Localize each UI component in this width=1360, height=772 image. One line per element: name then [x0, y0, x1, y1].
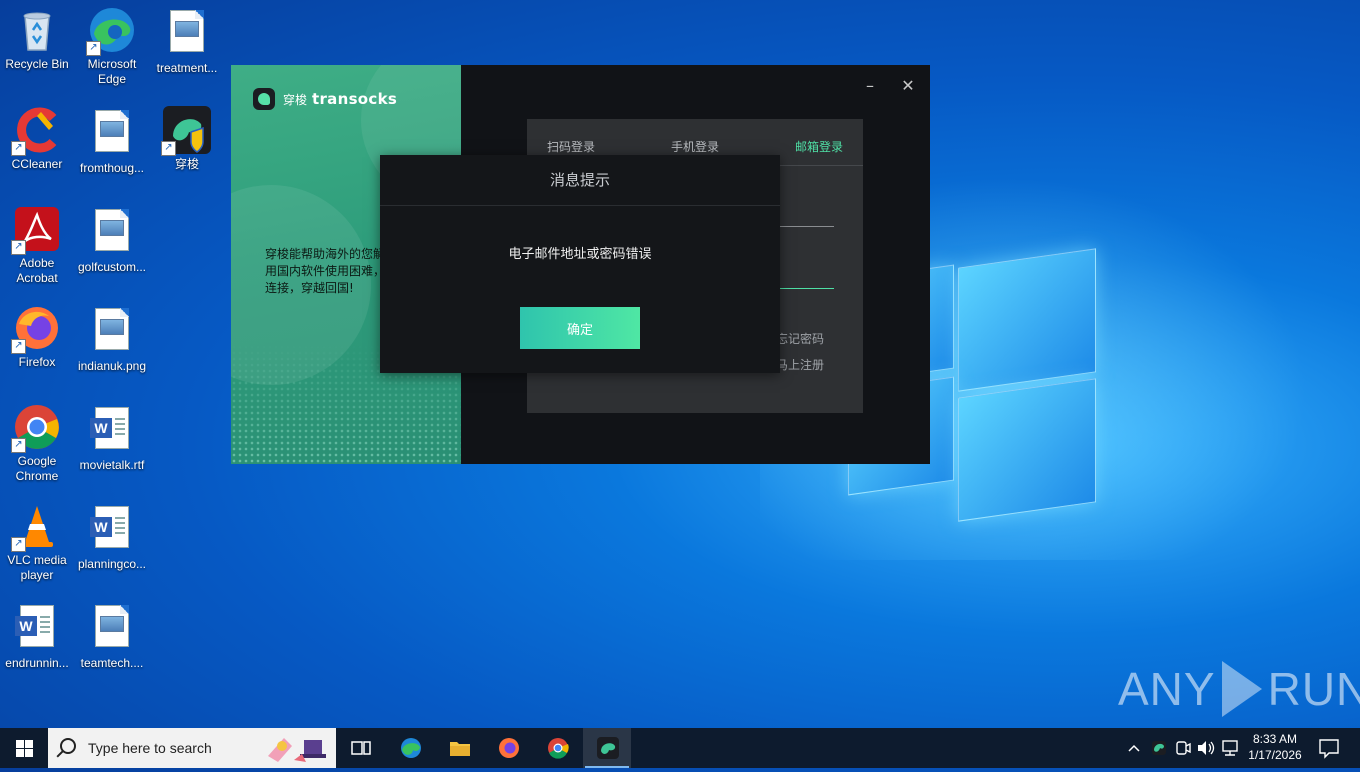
dialog-title: 消息提示 [380, 155, 780, 206]
desktop-icon-recycle-bin[interactable]: Recycle Bin [0, 6, 74, 72]
desktop-icon-indianuk[interactable]: indianuk.png [75, 304, 149, 374]
brand-name-cn: 穿梭 [283, 92, 308, 107]
task-view-icon [351, 741, 371, 755]
image-file-icon [95, 605, 129, 647]
word-document-icon: W [15, 605, 54, 647]
desktop-icon-teamtech[interactable]: teamtech.... [75, 601, 149, 671]
desktop-icon-treatment[interactable]: treatment... [150, 6, 224, 76]
register-link[interactable]: 马上注册 [776, 356, 824, 373]
tray-meet-now[interactable] [1174, 728, 1192, 768]
desktop-icon-ccleaner[interactable]: ↗ CCleaner [0, 106, 74, 172]
search-icon [60, 738, 76, 754]
taskbar: Type here to search 8:33 AM 1/17/2026 [0, 728, 1360, 768]
search-highlight-art-icon [268, 738, 326, 762]
taskbar-clock[interactable]: 8:33 AM 1/17/2026 [1244, 731, 1306, 763]
word-document-icon: W [90, 407, 129, 449]
message-dialog: 消息提示 电子邮件地址或密码错误 确定 [380, 155, 780, 373]
desktop-icon-fromthoug[interactable]: fromthoug... [75, 106, 149, 176]
forgot-password-link[interactable]: 忘记密码 [776, 330, 824, 347]
image-file-icon [95, 110, 129, 152]
taskbar-search-box[interactable]: Type here to search [48, 728, 336, 768]
transocks-icon [597, 737, 619, 759]
tray-volume[interactable] [1196, 728, 1216, 768]
search-placeholder: Type here to search [88, 740, 212, 756]
taskbar-transocks[interactable] [583, 728, 631, 768]
tab-email-login[interactable]: 邮箱登录 [795, 138, 843, 155]
task-view-button[interactable] [336, 728, 384, 768]
recycle-bin-icon [23, 12, 51, 51]
tray-network[interactable] [1220, 728, 1240, 768]
desktop-icon-adobe-acrobat[interactable]: ↗ Adobe Acrobat [0, 205, 74, 286]
minimize-button[interactable]: – [860, 77, 880, 95]
image-file-icon [95, 209, 129, 251]
play-icon [1221, 661, 1262, 717]
desktop-icon-firefox[interactable]: ↗ Firefox [0, 304, 74, 370]
tab-qr-login[interactable]: 扫码登录 [547, 138, 595, 155]
speaker-icon [1198, 741, 1215, 755]
clock-date: 1/17/2026 [1248, 748, 1302, 762]
image-file-icon [170, 10, 204, 52]
taskbar-file-explorer[interactable] [435, 728, 483, 768]
desktop-icon-movietalk[interactable]: W movietalk.rtf [75, 403, 149, 473]
network-icon [1222, 740, 1238, 756]
folder-icon [450, 742, 470, 756]
notification-icon [1319, 739, 1339, 759]
taskbar-chrome[interactable] [533, 728, 581, 768]
chevron-up-icon [1128, 744, 1140, 752]
desktop-icon-endrunnin[interactable]: W endrunnin... [0, 601, 74, 671]
transocks-tray-icon [1152, 741, 1166, 755]
desktop-icon-golfcustom[interactable]: golfcustom... [75, 205, 149, 275]
confirm-button[interactable]: 确定 [520, 307, 640, 349]
word-document-icon: W [90, 506, 129, 548]
taskbar-firefox[interactable] [484, 728, 532, 768]
tab-phone-login[interactable]: 手机登录 [671, 138, 719, 155]
desktop-icon-google-chrome[interactable]: ↗ Google Chrome [0, 403, 74, 484]
tray-overflow-button[interactable] [1126, 728, 1142, 768]
edge-icon [401, 738, 421, 758]
desktop-icon-microsoft-edge[interactable]: ↗ Microsoft Edge [75, 6, 149, 87]
close-button[interactable]: ✕ [898, 77, 918, 95]
dialog-message: 电子邮件地址或密码错误 [508, 247, 652, 262]
firefox-icon [499, 738, 519, 758]
meet-now-icon [1176, 741, 1191, 755]
brand-name-en: transocks [312, 90, 398, 108]
desktop-icon-vlc[interactable]: ↗ VLC media player [0, 502, 74, 583]
notification-center-button[interactable] [1316, 728, 1342, 768]
anyrun-watermark: ANY RUN [1118, 661, 1360, 717]
taskbar-edge[interactable] [386, 728, 434, 768]
desktop-icon-planningco[interactable]: W planningco... [75, 502, 149, 572]
tray-transocks[interactable] [1150, 728, 1168, 768]
transocks-logo-icon [253, 88, 275, 110]
image-file-icon [95, 308, 129, 350]
app-brand: 穿梭 transocks [253, 88, 397, 110]
start-button[interactable] [0, 728, 48, 768]
chrome-icon [548, 738, 569, 759]
desktop-icon-transocks[interactable]: ↗ 穿梭 [150, 106, 224, 172]
clock-time: 8:33 AM [1252, 732, 1298, 746]
